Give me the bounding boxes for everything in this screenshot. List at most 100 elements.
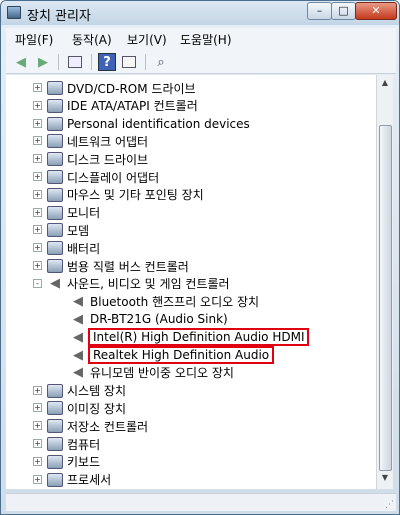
expand-toggle-icon[interactable]: +: [33, 118, 42, 128]
tree-item[interactable]: + 프로세서: [33, 471, 112, 489]
tree-item-label: 프로세서: [67, 473, 112, 488]
back-arrow-icon[interactable]: ◀: [12, 53, 30, 71]
tree-item[interactable]: + 마우스 및 기타 포인팅 장치: [33, 186, 204, 204]
tree-item-label: 디스플레이 어댑터: [67, 170, 160, 185]
menu-help[interactable]: 도움말(H): [180, 31, 232, 48]
speaker-icon: ◀: [50, 276, 60, 292]
tree-item-label: 사운드, 비디오 및 게임 컨트롤러: [67, 277, 230, 292]
tree-item-label: Realtek High Definition Audio: [87, 346, 275, 364]
status-bar: ⋰: [6, 493, 396, 511]
toolbar-separator: [91, 54, 92, 70]
battery-icon: [47, 241, 63, 256]
close-button[interactable]: ✕: [355, 2, 397, 20]
maximize-button[interactable]: □: [331, 2, 356, 20]
expand-toggle-icon[interactable]: +: [33, 207, 42, 217]
tree-item[interactable]: ◀ Intel(R) High Definition Audio HDMI: [70, 328, 310, 347]
tree-item[interactable]: + 네트워크 어댑터: [33, 132, 149, 150]
forward-arrow-icon[interactable]: ▶: [34, 53, 52, 71]
expand-toggle-icon[interactable]: +: [33, 439, 42, 448]
expand-toggle-icon[interactable]: +: [33, 456, 42, 466]
tree-item[interactable]: ◀ DR-BT21G (Audio Sink): [70, 310, 228, 328]
expand-toggle-icon[interactable]: +: [33, 225, 42, 235]
expand-toggle-icon[interactable]: +: [33, 100, 42, 110]
tree-item-label: 배터리: [67, 241, 101, 256]
tree-item-label: Bluetooth 핸즈프리 오디오 장치: [90, 295, 260, 310]
collapse-toggle-icon[interactable]: -: [33, 278, 42, 288]
speaker-icon: ◀: [73, 294, 83, 310]
tree-item[interactable]: + 디스크 드라이브: [33, 150, 149, 168]
minimize-button[interactable]: –: [307, 2, 332, 20]
tree-item-label: 컴퓨터: [67, 437, 101, 452]
tree-item-label: 이미징 장치: [67, 401, 127, 416]
tree-item-label: 유니모뎀 반이중 오디오 장치: [90, 366, 234, 381]
tree-item-label: Intel(R) High Definition Audio HDMI: [87, 328, 310, 347]
tree-item[interactable]: + 키보드: [33, 453, 101, 471]
device-tree: + DVD/CD-ROM 드라이브 + IDE ATA/ATAPI 컨트롤러 + Pers…: [6, 75, 376, 489]
expand-toggle-icon[interactable]: +: [33, 189, 42, 199]
expand-toggle-icon[interactable]: +: [33, 474, 42, 484]
expand-toggle-icon[interactable]: +: [33, 83, 42, 92]
tree-item-label: 디스크 드라이브: [67, 152, 149, 167]
scroll-up-icon[interactable]: ▲: [379, 78, 391, 90]
menu-file[interactable]: 파일(F): [15, 31, 53, 48]
device-manager-window: 장치 관리자 – □ ✕ 파일(F) 동작(A) 보기(V) 도움말(H) ◀ …: [0, 0, 400, 515]
expand-toggle-icon[interactable]: +: [33, 172, 42, 181]
fingerprint-device-icon: [47, 116, 63, 131]
tree-item[interactable]: + 모뎀: [33, 221, 90, 239]
storage-controller-icon: [47, 419, 63, 434]
tree-item-label: Personal identification devices: [67, 116, 250, 131]
resize-grip-icon[interactable]: ⋰: [385, 500, 394, 510]
tree-item-label: 저장소 컨트롤러: [67, 419, 149, 434]
expand-toggle-icon[interactable]: +: [33, 421, 42, 431]
modem-icon: [47, 223, 63, 238]
menu-view[interactable]: 보기(V): [127, 31, 167, 48]
tree-item[interactable]: + 디스플레이 어댑터: [33, 168, 160, 186]
toolbar-separator: [145, 54, 146, 70]
expand-toggle-icon[interactable]: +: [33, 385, 42, 395]
toolbar: ◀ ▶ ? ⌕: [6, 50, 396, 74]
tree-item[interactable]: - ◀ 사운드, 비디오 및 게임 컨트롤러: [33, 275, 230, 293]
tree-item[interactable]: + 시스템 장치: [33, 382, 127, 400]
tree-item[interactable]: ◀ Bluetooth 핸즈프리 오디오 장치: [70, 293, 259, 311]
tree-item[interactable]: + 모니터: [33, 204, 101, 222]
tree-item-label: 네트워크 어댑터: [67, 134, 149, 149]
tree-item[interactable]: + 이미징 장치: [33, 399, 127, 417]
expand-toggle-icon[interactable]: +: [33, 136, 42, 146]
tree-item[interactable]: + 범용 직렬 버스 컨트롤러: [33, 257, 189, 275]
tree-item-label: 키보드: [67, 455, 101, 470]
tree-item[interactable]: + 배터리: [33, 239, 101, 257]
menu-action[interactable]: 동작(A): [72, 31, 112, 48]
tree-item[interactable]: + IDE ATA/ATAPI 컨트롤러: [33, 97, 198, 115]
expand-toggle-icon[interactable]: +: [33, 154, 42, 164]
expand-toggle-icon[interactable]: +: [33, 243, 42, 253]
tree-item-label: 모뎀: [67, 223, 90, 238]
tree-item-label: 모니터: [67, 206, 101, 221]
tree-item[interactable]: ◀ Realtek High Definition Audio: [70, 346, 275, 364]
device-manager-icon: [7, 6, 21, 19]
tree-item[interactable]: + DVD/CD-ROM 드라이브: [33, 79, 196, 97]
properties-icon[interactable]: [66, 53, 84, 71]
tree-item[interactable]: ◀ 유니모뎀 반이중 오디오 장치: [70, 364, 234, 382]
speaker-icon: ◀: [73, 347, 83, 363]
tree-item-label: 시스템 장치: [67, 384, 127, 399]
tree-item[interactable]: + 저장소 컨트롤러: [33, 417, 149, 435]
help-icon[interactable]: ?: [98, 53, 116, 71]
expand-toggle-icon[interactable]: +: [33, 261, 42, 270]
vertical-scrollbar[interactable]: ▲ ▼: [376, 75, 393, 489]
scroll-down-icon[interactable]: ▼: [379, 473, 391, 485]
imaging-device-icon: [47, 401, 63, 416]
expand-toggle-icon[interactable]: +: [33, 403, 42, 413]
dvd-drive-icon: [47, 81, 63, 95]
tree-item-label: 마우스 및 기타 포인팅 장치: [67, 188, 204, 203]
title-bar[interactable]: 장치 관리자 – □ ✕: [1, 1, 399, 25]
tree-item[interactable]: + 컴퓨터: [33, 435, 101, 453]
view-icon[interactable]: [120, 53, 138, 71]
window-title: 장치 관리자: [27, 9, 91, 24]
tree-item-label: DVD/CD-ROM 드라이브: [67, 81, 196, 96]
processor-icon: [47, 472, 63, 487]
tree-item[interactable]: + Personal identification devices: [33, 115, 250, 133]
scroll-thumb[interactable]: [379, 125, 392, 471]
computer-icon: [47, 437, 63, 451]
scan-hardware-icon[interactable]: ⌕: [152, 53, 170, 71]
ide-controller-icon: [47, 98, 63, 113]
